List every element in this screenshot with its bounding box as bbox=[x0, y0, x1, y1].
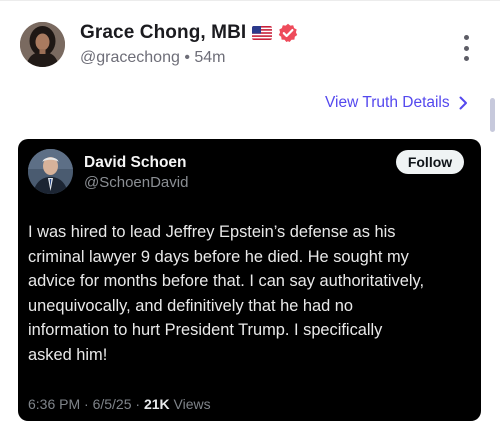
embed-views-count: 21K bbox=[143, 396, 170, 412]
embed-views-label: Views bbox=[169, 396, 211, 412]
embed-tweet-meta: 6:36 PM · 6/5/25 · 21K Views bbox=[28, 396, 211, 412]
scrollbar-thumb[interactable] bbox=[490, 98, 495, 132]
embed-author-avatar[interactable] bbox=[28, 149, 73, 194]
author-meta: @gracechong • 54m bbox=[80, 49, 226, 67]
embed-author-name[interactable]: David Schoen bbox=[84, 154, 187, 172]
author-avatar[interactable] bbox=[20, 22, 65, 67]
truth-post-screen: Grace Chong, MBI @gracechong • 54m View … bbox=[0, 0, 500, 434]
embed-avatar-image bbox=[28, 149, 73, 194]
meta-separator: • bbox=[184, 49, 190, 66]
author-avatar-image bbox=[20, 22, 65, 67]
verified-badge-icon bbox=[278, 23, 298, 43]
view-truth-details-link[interactable]: View Truth Details bbox=[325, 94, 468, 112]
embed-timestamp[interactable]: 6:36 PM · 6/5/25 · bbox=[28, 396, 144, 412]
author-name-row: Grace Chong, MBI bbox=[80, 22, 298, 44]
author-name[interactable]: Grace Chong, MBI bbox=[80, 22, 246, 44]
vertical-ellipsis-icon[interactable] bbox=[458, 35, 474, 61]
embedded-tweet-card[interactable]: David Schoen @SchoenDavid Follow I was h… bbox=[18, 139, 481, 421]
follow-button[interactable]: Follow bbox=[396, 150, 464, 174]
author-handle[interactable]: @gracechong bbox=[80, 49, 180, 66]
scrollbar[interactable] bbox=[487, 1, 500, 434]
embed-tweet-text: I was hired to lead Jeffrey Epstein’s de… bbox=[28, 223, 425, 364]
details-link-label: View Truth Details bbox=[325, 94, 450, 111]
us-flag-icon bbox=[252, 26, 273, 40]
embed-author-handle[interactable]: @SchoenDavid bbox=[84, 174, 188, 191]
chevron-right-icon bbox=[459, 96, 467, 110]
post-time[interactable]: 54m bbox=[194, 49, 225, 66]
